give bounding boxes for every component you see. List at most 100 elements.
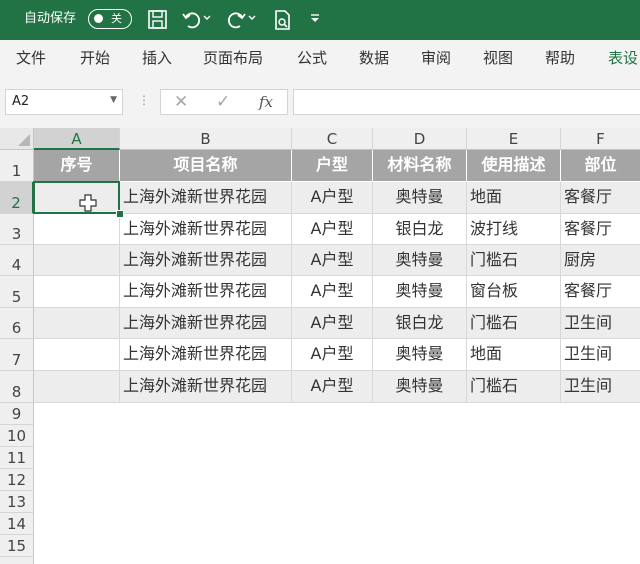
name-box-dropdown-icon[interactable]: ▼ (110, 95, 117, 105)
fill-handle[interactable] (116, 210, 124, 218)
table-header-cell[interactable]: 户型 (292, 150, 373, 182)
table-cell[interactable] (34, 371, 120, 403)
print-preview-icon[interactable] (272, 9, 294, 31)
table-header-cell[interactable]: 使用描述 (467, 150, 561, 182)
row-header-13[interactable]: 13 (0, 491, 34, 513)
table-cell[interactable]: A户型 (292, 371, 373, 403)
row-header-12[interactable]: 12 (0, 469, 34, 491)
tab-insert[interactable]: 插入 (142, 49, 172, 67)
column-header-a[interactable]: A (34, 128, 120, 150)
table-cell[interactable] (34, 214, 120, 245)
row-header-10[interactable]: 10 (0, 425, 34, 447)
table-header-cell[interactable]: 序号 (34, 150, 120, 182)
row-header-15[interactable]: 15 (0, 535, 34, 557)
table-cell[interactable]: A户型 (292, 245, 373, 276)
tab-help[interactable]: 帮助 (545, 49, 575, 67)
tab-table-design[interactable]: 表设 (608, 49, 638, 67)
table-cell[interactable] (34, 308, 120, 339)
table-cell[interactable]: 地面 (467, 339, 561, 371)
column-header-d[interactable]: D (373, 128, 467, 150)
row-header-3[interactable]: 3 (0, 214, 34, 245)
save-icon[interactable] (147, 9, 169, 31)
table-cell[interactable]: 门槛石 (467, 245, 561, 276)
name-box[interactable]: A2 ▼ (5, 89, 123, 115)
select-all-corner[interactable] (0, 128, 34, 150)
column-header-c[interactable]: C (292, 128, 373, 150)
row-header-9[interactable]: 9 (0, 403, 34, 425)
table-header-cell[interactable]: 材料名称 (373, 150, 467, 182)
tab-page-layout[interactable]: 页面布局 (203, 49, 263, 67)
tab-formulas[interactable]: 公式 (297, 49, 327, 67)
row-header-2[interactable]: 2 (0, 182, 34, 214)
row-header-1[interactable]: 1 (0, 150, 34, 182)
table-cell[interactable]: 卫生间 (561, 371, 640, 403)
cancel-icon[interactable]: ✕ (174, 92, 188, 112)
row-number: 5 (11, 288, 22, 306)
table-cell[interactable]: 地面 (467, 182, 561, 214)
tab-home[interactable]: 开始 (80, 49, 110, 67)
redo-dropdown-icon[interactable] (246, 12, 258, 34)
table-cell[interactable]: 卫生间 (561, 339, 640, 371)
table-cell[interactable]: 银白龙 (373, 214, 467, 245)
tab-data[interactable]: 数据 (359, 49, 389, 67)
table-cell[interactable]: 上海外滩新世界花园 (120, 276, 292, 308)
row-header-6[interactable]: 6 (0, 308, 34, 339)
undo-dropdown-icon[interactable] (201, 12, 213, 34)
insert-function-icon[interactable]: fx (259, 93, 273, 111)
row-header-14[interactable]: 14 (0, 513, 34, 535)
toggle-state-label: 关 (111, 12, 122, 25)
table-cell[interactable]: 奥特曼 (373, 339, 467, 371)
row-header-5[interactable]: 5 (0, 276, 34, 308)
table-cell[interactable]: A户型 (292, 276, 373, 308)
table-cell[interactable]: A户型 (292, 182, 373, 214)
table-cell[interactable]: 厨房 (561, 245, 640, 276)
undo-icon[interactable] (181, 9, 203, 31)
table-cell[interactable]: 奥特曼 (373, 371, 467, 403)
table-cell[interactable]: 窗台板 (467, 276, 561, 308)
table-cell[interactable]: A户型 (292, 308, 373, 339)
redo-icon[interactable] (225, 9, 247, 31)
select-all-triangle-icon (18, 134, 30, 146)
enter-icon[interactable]: ✓ (216, 92, 230, 112)
table-cell[interactable]: 上海外滩新世界花园 (120, 308, 292, 339)
row-header-11[interactable]: 11 (0, 447, 34, 469)
tab-review[interactable]: 审阅 (421, 49, 451, 67)
row-header-8[interactable]: 8 (0, 371, 34, 403)
table-header-cell[interactable]: 项目名称 (120, 150, 292, 182)
row-header-4[interactable]: 4 (0, 245, 34, 276)
customize-qat-icon[interactable] (308, 12, 322, 34)
column-header-b[interactable]: B (120, 128, 292, 150)
tab-file[interactable]: 文件 (16, 49, 46, 67)
table-cell[interactable]: 上海外滩新世界花园 (120, 339, 292, 371)
table-cell[interactable]: 客餐厅 (561, 276, 640, 308)
table-cell[interactable]: 上海外滩新世界花园 (120, 182, 292, 214)
formula-bar-grip-icon[interactable]: ⋮ (138, 93, 150, 107)
table-cell[interactable]: 上海外滩新世界花园 (120, 371, 292, 403)
table-cell[interactable]: 卫生间 (561, 308, 640, 339)
table-cell[interactable]: 奥特曼 (373, 245, 467, 276)
table-cell[interactable]: 客餐厅 (561, 182, 640, 214)
empty-grid-area[interactable] (34, 403, 640, 564)
autosave-toggle[interactable]: 关 (88, 9, 132, 29)
table-cell[interactable]: A户型 (292, 339, 373, 371)
table-cell[interactable]: 门槛石 (467, 308, 561, 339)
table-cell[interactable] (34, 245, 120, 276)
table-cell[interactable]: 奥特曼 (373, 182, 467, 214)
row-header-7[interactable]: 7 (0, 339, 34, 371)
table-cell[interactable]: A户型 (292, 214, 373, 245)
column-header-e[interactable]: E (467, 128, 561, 150)
table-cell[interactable]: 波打线 (467, 214, 561, 245)
table-cell[interactable] (34, 339, 120, 371)
table-cell[interactable]: 客餐厅 (561, 214, 640, 245)
formula-input[interactable] (293, 89, 640, 115)
table-cell[interactable]: 奥特曼 (373, 276, 467, 308)
table-header-cell[interactable]: 部位 (561, 150, 640, 182)
table-cell[interactable]: 银白龙 (373, 308, 467, 339)
column-header-f[interactable]: F (561, 128, 640, 150)
table-cell[interactable]: 上海外滩新世界花园 (120, 214, 292, 245)
tab-view[interactable]: 视图 (483, 49, 513, 67)
table-cell[interactable]: 门槛石 (467, 371, 561, 403)
table-cell[interactable] (34, 276, 120, 308)
table-cell[interactable]: 上海外滩新世界花园 (120, 245, 292, 276)
row-header-16[interactable] (0, 557, 34, 564)
